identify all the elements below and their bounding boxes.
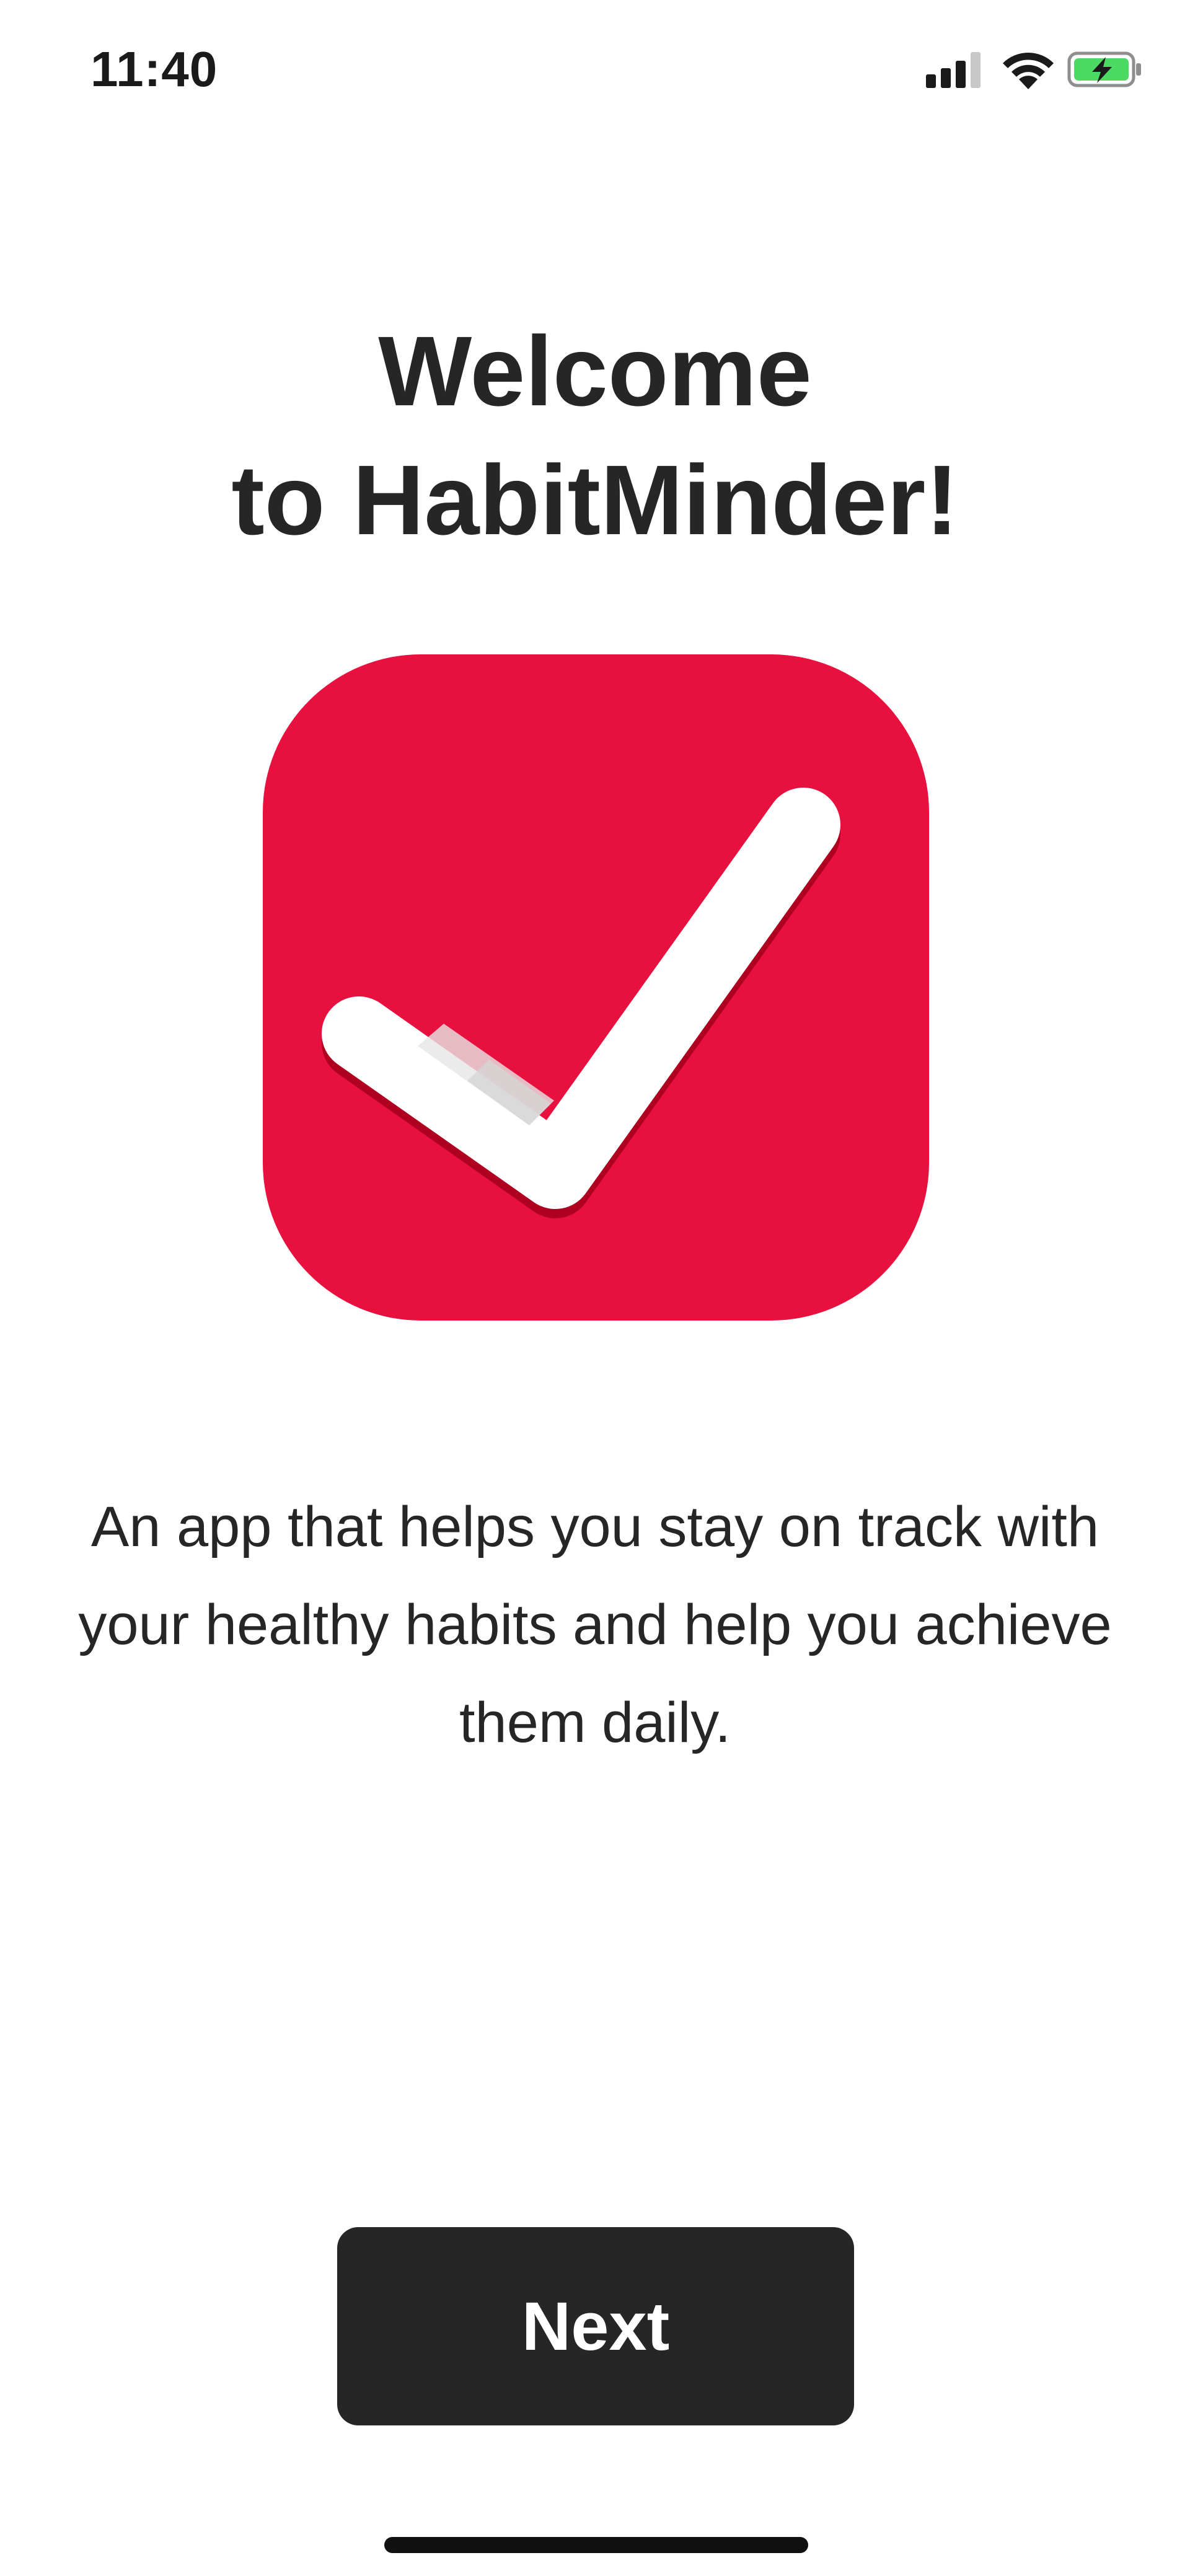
cellular-signal-icon [926, 52, 981, 88]
battery-charging-icon [1067, 51, 1141, 87]
status-icons [926, 50, 1143, 99]
next-button[interactable]: Next [337, 2227, 854, 2425]
welcome-title-line2: to HabitMinder! [231, 444, 959, 555]
welcome-title-line1: Welcome [378, 315, 812, 426]
home-indicator[interactable] [384, 2537, 808, 2553]
welcome-title: Welcome to HabitMinder! [0, 307, 1190, 565]
app-description: An app that helps you stay on track with… [78, 1495, 1112, 1754]
wifi-icon [1003, 53, 1054, 89]
onboarding-screen: 11:40 Welcome to HabitMinder! An app tha… [0, 0, 1190, 2576]
habitminder-logo-icon [263, 654, 929, 1321]
status-time: 11:40 [90, 42, 218, 97]
status-bar: 11:40 [0, 0, 1190, 143]
